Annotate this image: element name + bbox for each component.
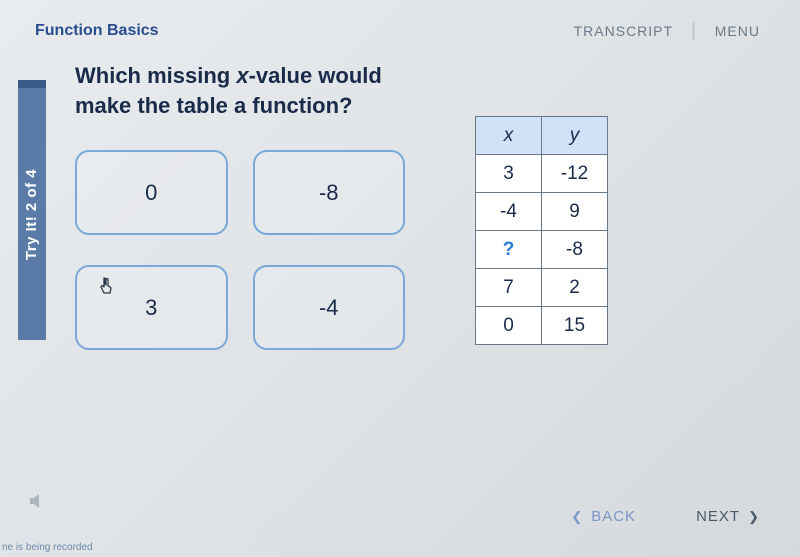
next-button[interactable]: NEXT ❯ <box>696 508 760 525</box>
top-bar: Function Basics TRANSCRIPT | MENU <box>0 0 800 51</box>
function-table-area: x y 3 -12 -4 9 ? -8 7 2 0 15 <box>475 61 608 350</box>
lesson-title: Function Basics <box>35 22 159 40</box>
top-right-controls: TRANSCRIPT | MENU <box>574 20 760 41</box>
option-4[interactable]: -4 <box>253 265 406 350</box>
recording-notice: ne is being recorded <box>0 542 93 553</box>
pointer-cursor-icon <box>99 277 115 300</box>
option-1[interactable]: 0 <box>75 150 228 235</box>
separator: | <box>691 20 697 41</box>
table-header-row: x y <box>476 117 608 155</box>
option-3[interactable]: 3 <box>75 265 228 350</box>
table-row: 0 15 <box>476 307 608 345</box>
speaker-icon[interactable] <box>28 492 48 515</box>
missing-value-cell: ? <box>476 231 542 269</box>
table-row: 7 2 <box>476 269 608 307</box>
chevron-left-icon: ❮ <box>571 509 583 525</box>
function-table: x y 3 -12 -4 9 ? -8 7 2 0 15 <box>475 116 608 345</box>
question-area: Which missing x-value would make the tab… <box>75 61 415 350</box>
option-2[interactable]: -8 <box>253 150 406 235</box>
col-header-x: x <box>476 117 542 155</box>
col-header-y: y <box>542 117 608 155</box>
table-row: -4 9 <box>476 193 608 231</box>
bottom-nav: ❮ BACK NEXT ❯ <box>571 508 760 525</box>
table-row: 3 -12 <box>476 155 608 193</box>
question-text: Which missing x-value would make the tab… <box>75 61 415 120</box>
menu-button[interactable]: MENU <box>715 23 760 39</box>
transcript-button[interactable]: TRANSCRIPT <box>574 23 673 39</box>
chevron-right-icon: ❯ <box>748 509 760 525</box>
table-row: ? -8 <box>476 231 608 269</box>
main-content: Which missing x-value would make the tab… <box>0 51 800 350</box>
answer-options: 0 -8 3 -4 <box>75 150 405 350</box>
back-button[interactable]: ❮ BACK <box>571 508 636 525</box>
